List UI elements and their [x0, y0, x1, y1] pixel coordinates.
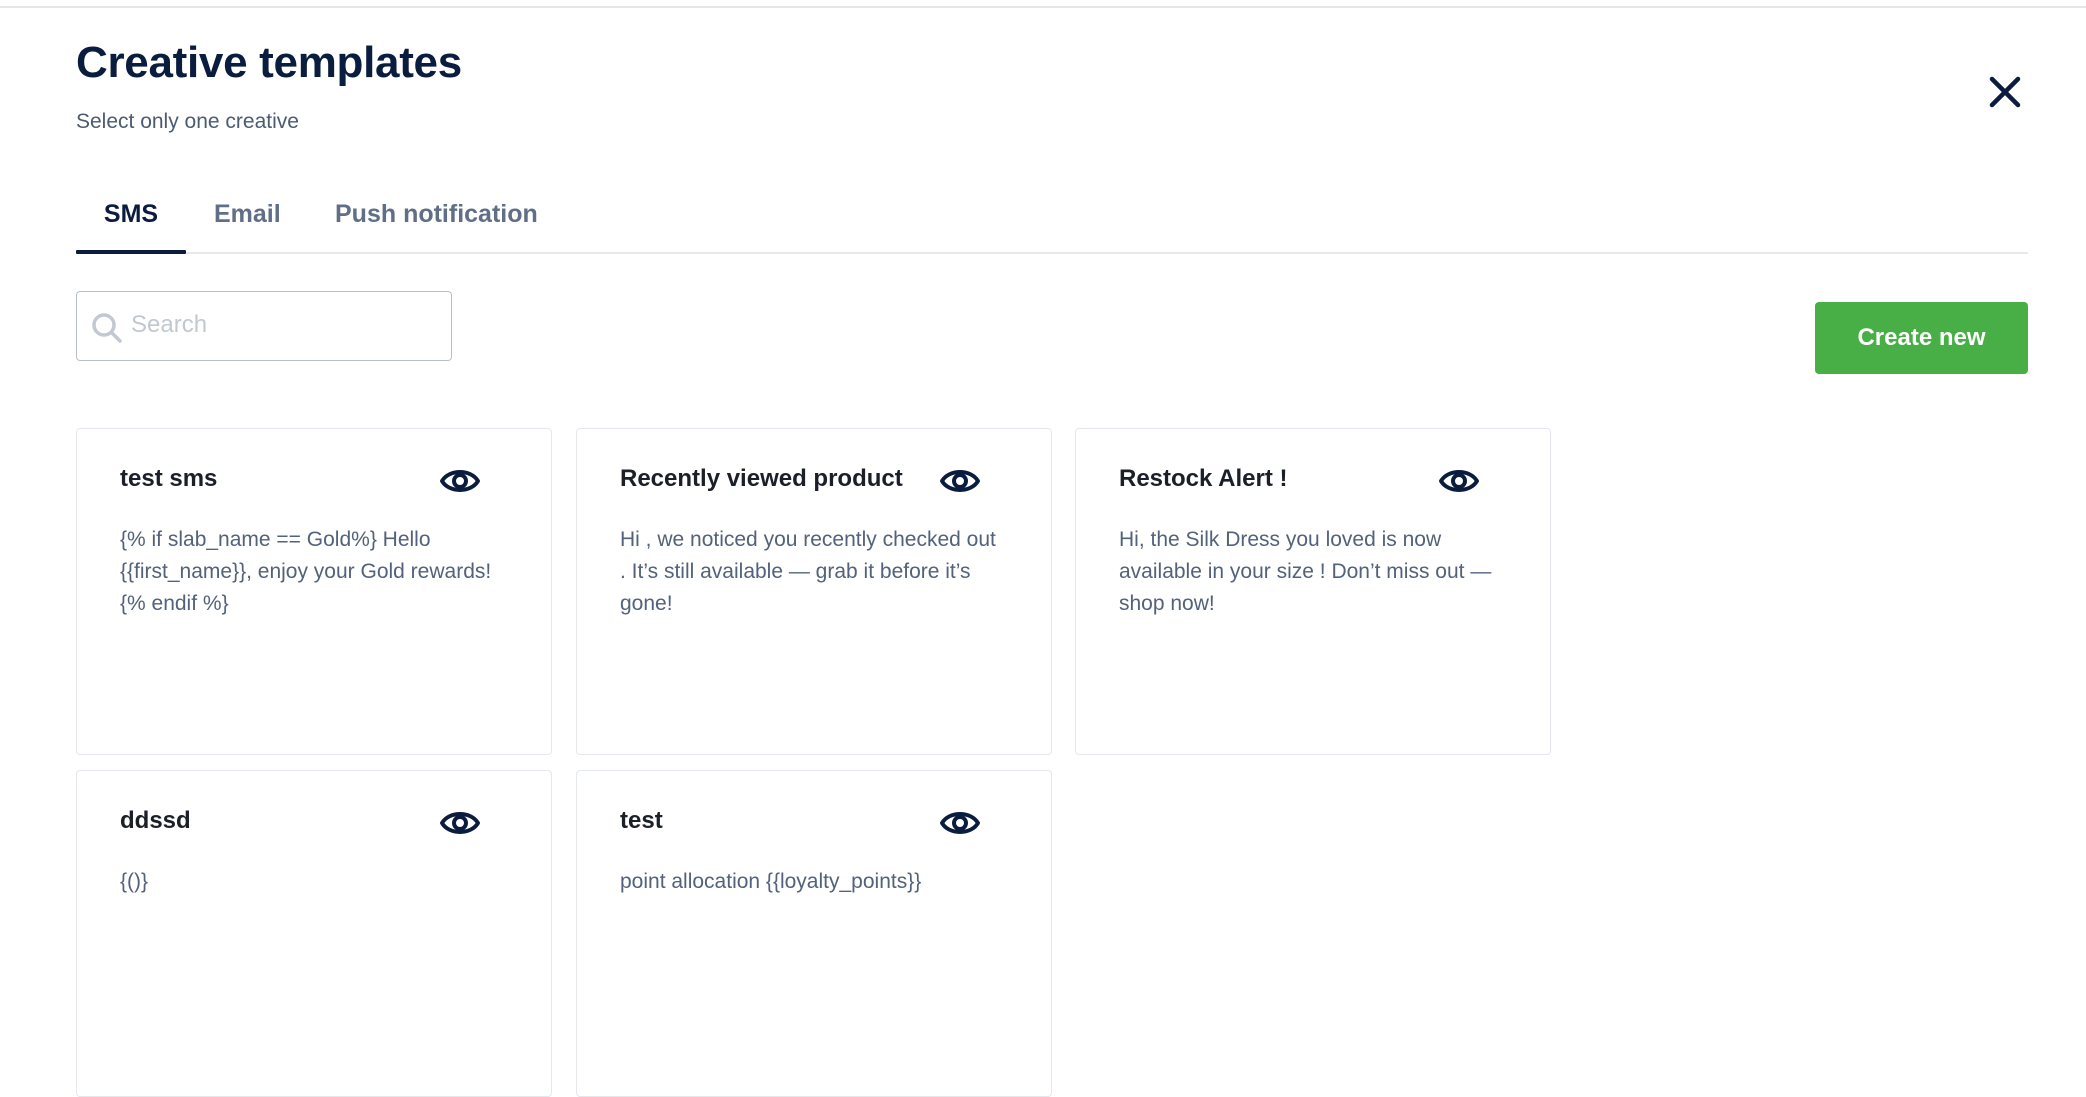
template-card-title: test	[620, 807, 663, 834]
tab-push-notification[interactable]: Push notification	[335, 200, 538, 252]
template-card[interactable]: ddssd {()}	[76, 770, 552, 1097]
template-card[interactable]: test point allocation {{loyalty_points}}	[576, 770, 1052, 1097]
top-divider	[0, 6, 2086, 8]
close-button[interactable]	[1983, 70, 2027, 114]
preview-eye-icon[interactable]	[1438, 464, 1480, 498]
template-card-title: Recently viewed product	[620, 465, 903, 492]
template-card-body: point allocation {{loyalty_points}}	[620, 870, 922, 893]
search-box[interactable]	[76, 291, 452, 361]
template-card-body: Hi, the Silk Dress you loved is now avai…	[1119, 528, 1492, 615]
page-title: Creative templates	[76, 38, 462, 87]
close-icon	[1989, 76, 2021, 108]
template-card[interactable]: Restock Alert ! Hi, the Silk Dress you lo…	[1075, 428, 1551, 755]
search-input[interactable]	[131, 292, 431, 358]
preview-eye-icon[interactable]	[939, 464, 981, 498]
preview-eye-icon[interactable]	[439, 806, 481, 840]
template-card[interactable]: test sms {% if slab_name == Gold%} Hello …	[76, 428, 552, 755]
active-tab-indicator	[76, 250, 186, 254]
template-card[interactable]: Recently viewed product Hi , we noticed y…	[576, 428, 1052, 755]
preview-eye-icon[interactable]	[439, 464, 481, 498]
template-card-body: Hi , we noticed you recently checked out…	[620, 528, 996, 615]
page-subtitle: Select only one creative	[76, 110, 299, 133]
search-icon	[92, 313, 122, 343]
create-new-button[interactable]: Create new	[1815, 302, 2028, 374]
template-card-title: test sms	[120, 465, 218, 492]
tab-sms[interactable]: SMS	[76, 200, 186, 252]
tab-email[interactable]: Email	[214, 200, 281, 252]
template-card-body: {% if slab_name == Gold%} Hello {{first_…	[120, 528, 492, 615]
tab-bar: SMS Email Push notification	[76, 190, 2028, 254]
template-card-body: {()}	[120, 870, 149, 893]
template-card-title: ddssd	[120, 807, 191, 834]
template-card-title: Restock Alert !	[1119, 465, 1288, 492]
preview-eye-icon[interactable]	[939, 806, 981, 840]
